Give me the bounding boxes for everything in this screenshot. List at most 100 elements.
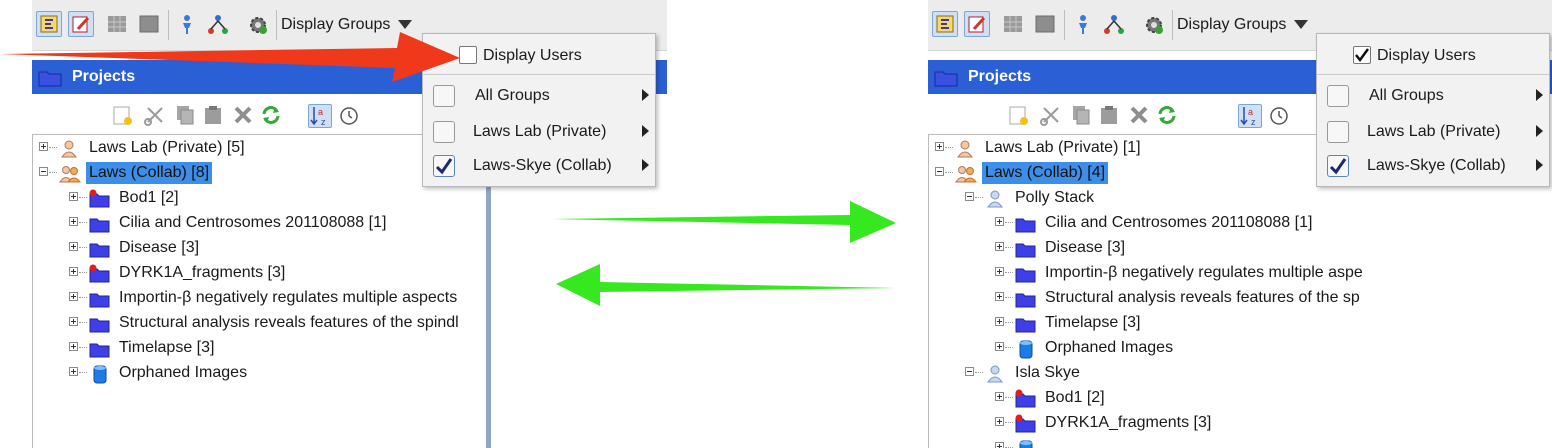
expand-icon[interactable] <box>995 392 1004 401</box>
settings-button[interactable] <box>1140 11 1166 37</box>
red-arrow <box>0 32 460 82</box>
tree-node[interactable]: DYRK1A_fragments [3] <box>33 262 493 284</box>
laws-skye-collab-checkbox[interactable] <box>1327 155 1349 177</box>
expand-icon[interactable] <box>995 292 1004 301</box>
paste-button[interactable] <box>1098 104 1122 128</box>
menu-item-laws-lab-private[interactable]: Laws Lab (Private) <box>423 114 655 148</box>
copy-button[interactable] <box>1070 104 1094 128</box>
display-users-option[interactable]: Display Users <box>1317 38 1549 75</box>
menu-item-laws-skye-collab[interactable]: Laws-Skye (Collab) <box>423 148 655 182</box>
collapse-icon[interactable] <box>965 367 974 376</box>
tree-connector <box>79 272 87 273</box>
expand-icon[interactable] <box>69 342 78 351</box>
paste-button[interactable] <box>202 104 226 128</box>
tree-view-button[interactable] <box>932 11 958 37</box>
tree-node[interactable]: Timelapse [3] <box>33 337 493 359</box>
tree-node[interactable]: Disease [3] <box>33 237 493 259</box>
tree-connector <box>1005 297 1013 298</box>
new-item-button[interactable] <box>1008 104 1032 128</box>
expand-icon[interactable] <box>69 192 78 201</box>
expand-icon[interactable] <box>995 242 1004 251</box>
laws-skye-collab-checkbox[interactable] <box>433 155 455 177</box>
shared-folder-icon <box>1015 414 1036 433</box>
delete-button[interactable] <box>232 104 256 128</box>
timer-button[interactable] <box>1268 104 1292 128</box>
display-users-checkbox[interactable] <box>1353 46 1371 64</box>
timer-button[interactable] <box>338 104 362 128</box>
checkmark-icon <box>1329 158 1347 175</box>
orphan-images-icon <box>89 364 109 384</box>
expand-icon[interactable] <box>69 267 78 276</box>
expand-icon[interactable] <box>995 217 1004 226</box>
expand-icon[interactable] <box>935 142 944 151</box>
svg-text:a: a <box>1248 107 1253 117</box>
menu-item-laws-skye-collab[interactable]: Laws-Skye (Collab) <box>1317 148 1549 182</box>
expand-icon[interactable] <box>995 267 1004 276</box>
tree-node[interactable]: Bod1 [2] <box>33 187 493 209</box>
sort-button[interactable]: az <box>1238 104 1262 128</box>
tree-node[interactable]: Bod1 [2] <box>929 387 1383 409</box>
display-groups-dropdown[interactable]: Display Groups <box>1177 16 1309 34</box>
tree-connector <box>1005 222 1013 223</box>
tree-connector <box>79 197 87 198</box>
person-icon <box>985 364 1005 383</box>
submenu-arrow-icon <box>642 159 649 171</box>
menu-item-all-groups[interactable]: All Groups <box>1317 78 1549 112</box>
copy-button[interactable] <box>174 104 198 128</box>
expand-icon[interactable] <box>995 317 1004 326</box>
tree-node[interactable]: Laws Lab (Private) [1] <box>929 137 1383 159</box>
expand-icon[interactable] <box>39 142 48 151</box>
tree-node[interactable]: Timelapse [3] <box>929 312 1383 334</box>
tree-node[interactable]: Cilia and Centrosomes 201108088 [1] <box>929 212 1383 234</box>
groups-button[interactable] <box>1100 11 1126 37</box>
cut-button[interactable] <box>1040 104 1064 128</box>
tree-node[interactable]: Structural analysis reveals features of … <box>929 287 1383 309</box>
grid-view-button[interactable] <box>1000 11 1026 37</box>
tree-node[interactable]: Orphaned Images <box>33 362 493 384</box>
cut-button[interactable] <box>144 104 168 128</box>
expand-icon[interactable] <box>995 442 1004 448</box>
tree-node[interactable]: Orphaned Images <box>929 337 1383 359</box>
new-item-button[interactable] <box>112 104 136 128</box>
expand-icon[interactable] <box>995 417 1004 426</box>
submenu-arrow-icon <box>1536 159 1543 171</box>
svg-text:z: z <box>321 117 326 127</box>
laws-lab-private-checkbox[interactable] <box>433 121 455 143</box>
image-view-button[interactable] <box>1032 11 1058 37</box>
scissors-icon <box>1040 107 1059 126</box>
menu-item-laws-lab-private[interactable]: Laws Lab (Private) <box>1317 114 1549 148</box>
tree-node-label: Cilia and Centrosomes 201108088 [1] <box>1045 214 1313 231</box>
menu-item-label: Laws-Skye (Collab) <box>1367 157 1506 174</box>
tree-node[interactable]: Disease [3] <box>929 237 1383 259</box>
expand-icon[interactable] <box>69 292 78 301</box>
expand-icon[interactable] <box>69 367 78 376</box>
collapse-icon[interactable] <box>965 192 974 201</box>
annotate-button[interactable] <box>964 11 990 37</box>
refresh-button[interactable] <box>1156 104 1180 128</box>
orphan-images-icon <box>1015 339 1035 359</box>
expand-icon[interactable] <box>995 342 1004 351</box>
tree-connector <box>945 172 953 173</box>
tree-node[interactable]: Polly Stack <box>929 187 1383 209</box>
tree-node[interactable]: Laws (Collab) [4] <box>929 162 1383 184</box>
menu-item-label: Laws-Skye (Collab) <box>473 157 612 174</box>
laws-lab-private-checkbox[interactable] <box>1327 121 1349 143</box>
all-groups-checkbox[interactable] <box>1327 85 1349 107</box>
tree-node[interactable]: Isla Skye <box>929 362 1383 384</box>
collapse-icon[interactable] <box>935 167 944 176</box>
tree-node[interactable]: Structural analysis reveals features of … <box>33 312 493 334</box>
delete-button[interactable] <box>1128 104 1152 128</box>
tree-node[interactable]: Importin-β negatively regulates multiple… <box>929 262 1383 284</box>
expand-icon[interactable] <box>69 242 78 251</box>
tree-node[interactable]: DYRK1A_fragments [3] <box>929 412 1383 434</box>
users-button[interactable] <box>1070 11 1096 37</box>
tree-node[interactable] <box>929 437 1383 448</box>
refresh-button[interactable] <box>260 104 284 128</box>
expand-icon[interactable] <box>69 217 78 226</box>
tree-node[interactable]: Cilia and Centrosomes 201108088 [1] <box>33 212 493 234</box>
tree-node[interactable]: Importin-β negatively regulates multiple… <box>33 287 493 309</box>
green-arrow-left <box>556 264 896 306</box>
sort-button[interactable]: az <box>308 104 332 128</box>
collapse-icon[interactable] <box>39 167 48 176</box>
expand-icon[interactable] <box>69 317 78 326</box>
